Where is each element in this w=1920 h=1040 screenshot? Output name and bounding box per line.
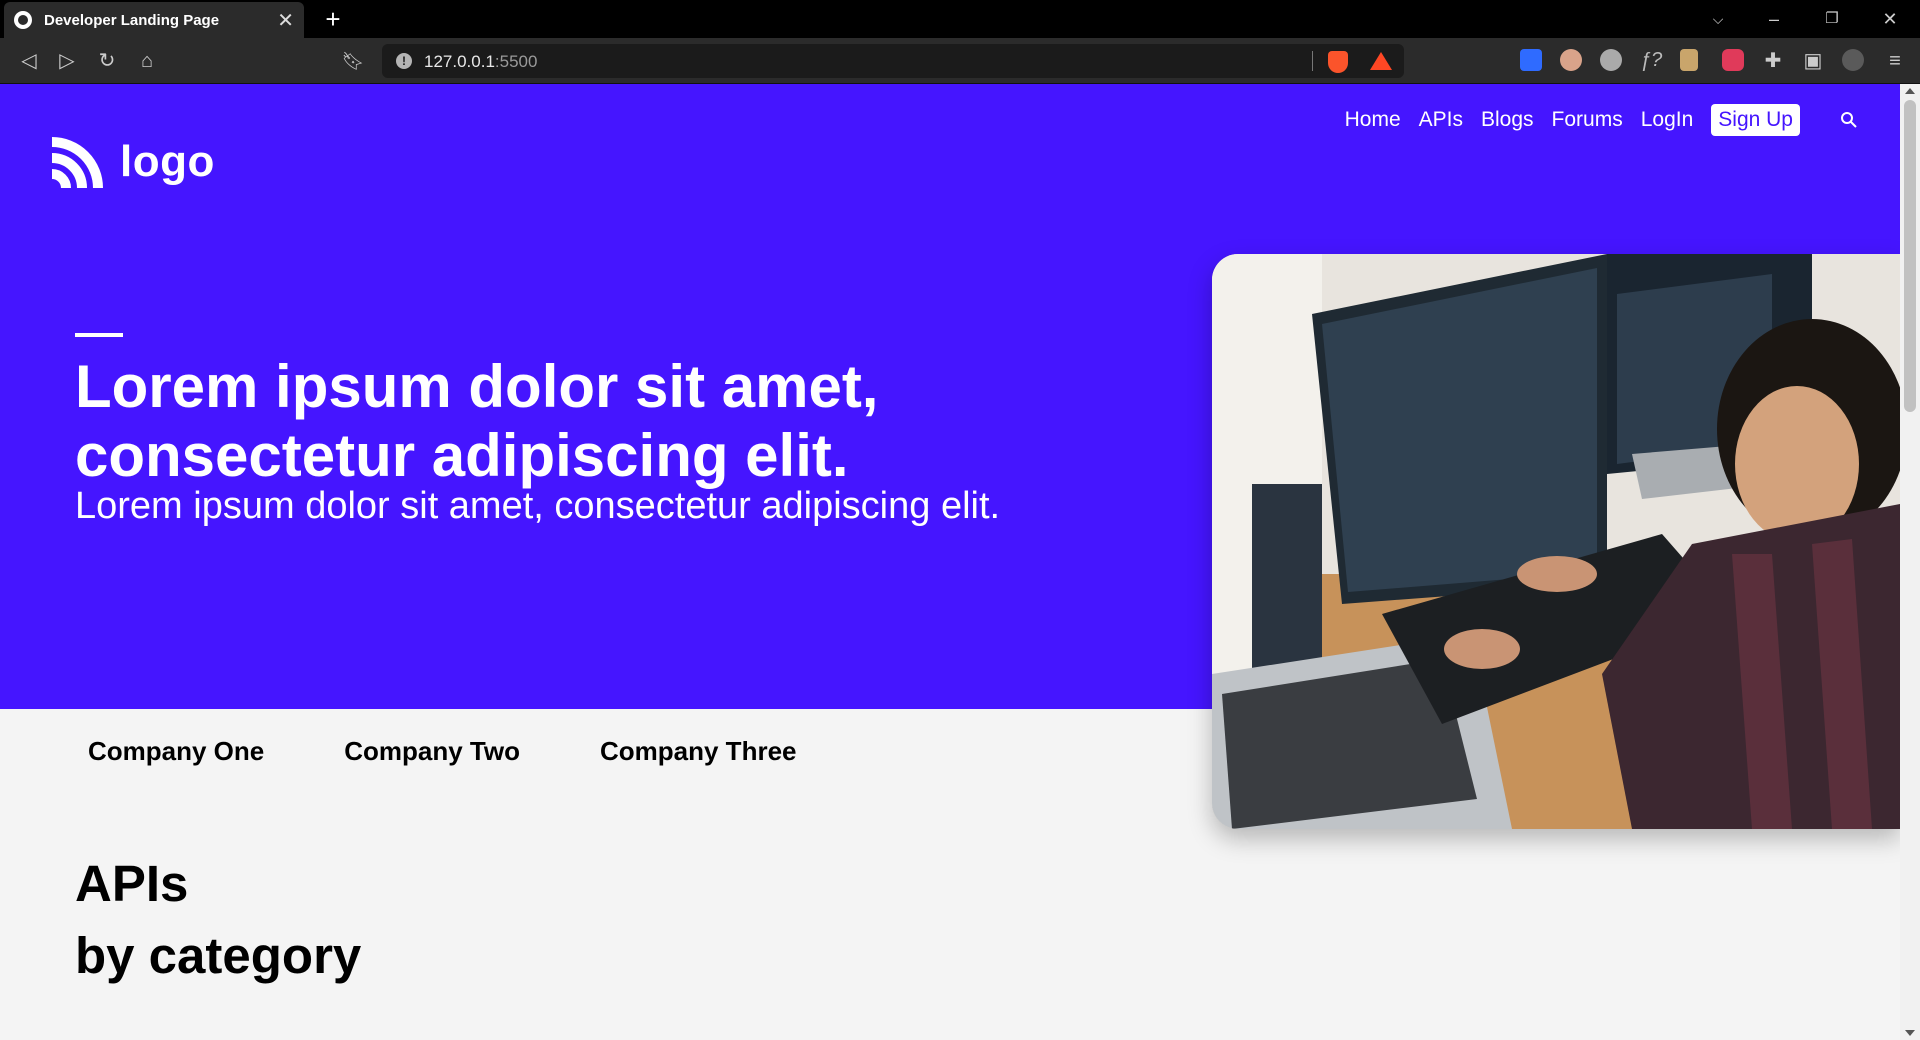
search-icon[interactable] bbox=[1840, 111, 1858, 129]
page-viewport: logo Home APIs Blogs Forums LogIn Sign U… bbox=[0, 84, 1900, 1040]
logo[interactable]: logo bbox=[50, 134, 215, 190]
company-two: Company Two bbox=[344, 736, 520, 766]
browser-toolbar: ◁ ▷ ↻ ⌂ 🔖︎ ! 127.0.0.1:5500 ƒ? ✚ ▣ ≡ bbox=[0, 38, 1920, 84]
logo-text: logo bbox=[120, 137, 215, 186]
nav-apis-link[interactable]: APIs bbox=[1419, 108, 1463, 132]
hero-illustration bbox=[1212, 254, 1900, 829]
apis-title-line-2: by category bbox=[75, 927, 362, 984]
company-one: Company One bbox=[88, 736, 265, 766]
brave-rewards-icon[interactable] bbox=[1370, 52, 1392, 70]
reader-extension-icon[interactable] bbox=[1560, 49, 1582, 71]
apis-title-line-1: APIs bbox=[75, 855, 189, 912]
developer-workspace-photo bbox=[1212, 254, 1900, 829]
sidebar-toggle-icon[interactable]: ▣ bbox=[1798, 46, 1828, 76]
url-text[interactable]: 127.0.0.1:5500 bbox=[424, 52, 537, 72]
nav-forums-link[interactable]: Forums bbox=[1552, 108, 1623, 132]
menu-icon[interactable]: ≡ bbox=[1880, 46, 1910, 76]
scroll-down-arrow-icon[interactable] bbox=[1905, 1030, 1915, 1036]
bitwarden-extension-icon[interactable] bbox=[1520, 49, 1542, 71]
home-button[interactable]: ⌂ bbox=[132, 46, 162, 76]
hero-subtitle: Lorem ipsum dolor sit amet, consectetur … bbox=[75, 485, 1001, 527]
close-tab-icon[interactable]: ✕ bbox=[277, 8, 294, 33]
tab-title: Developer Landing Page bbox=[44, 11, 220, 29]
tab-search-chevron-icon[interactable]: ⌵ bbox=[1690, 0, 1746, 38]
color-picker-extension-icon[interactable] bbox=[1680, 49, 1698, 71]
globe-icon bbox=[14, 11, 32, 29]
address-divider bbox=[1312, 51, 1313, 71]
address-bar[interactable]: ! 127.0.0.1:5500 bbox=[382, 44, 1404, 78]
extensions-puzzle-icon[interactable]: ✚ bbox=[1758, 46, 1788, 76]
brave-shields-icon[interactable] bbox=[1328, 51, 1348, 73]
logo-mark-icon bbox=[51, 137, 103, 189]
browser-tab[interactable]: Developer Landing Page ✕ bbox=[4, 2, 304, 38]
apis-section-title: APIs by category bbox=[75, 848, 361, 992]
company-three: Company Three bbox=[600, 736, 797, 766]
formula-extension-icon[interactable]: ƒ? bbox=[1640, 49, 1662, 71]
profile-avatar[interactable] bbox=[1842, 49, 1864, 71]
url-port: :5500 bbox=[494, 52, 538, 71]
company-logos-row: Company One Company Two Company Three bbox=[88, 736, 797, 767]
back-button[interactable]: ◁ bbox=[14, 46, 44, 76]
window-close-button[interactable]: ✕ bbox=[1862, 0, 1918, 38]
reload-button[interactable]: ↻ bbox=[92, 46, 122, 76]
url-host: 127.0.0.1 bbox=[424, 52, 495, 71]
restore-button[interactable]: ❐ bbox=[1804, 0, 1860, 38]
new-tab-button[interactable]: + bbox=[318, 4, 348, 34]
page-scrollbar[interactable] bbox=[1900, 84, 1920, 1040]
hero-title: Lorem ipsum dolor sit amet, consectetur … bbox=[75, 353, 879, 489]
extension-badge-icon[interactable] bbox=[1600, 49, 1622, 71]
forward-button[interactable]: ▷ bbox=[52, 46, 82, 76]
nav-login-link[interactable]: LogIn bbox=[1641, 108, 1694, 132]
bookmark-icon[interactable]: 🔖︎ bbox=[338, 46, 368, 76]
minimize-button[interactable]: – bbox=[1746, 0, 1802, 38]
browser-tab-strip: Developer Landing Page ✕ + ⌵ – ❐ ✕ bbox=[0, 0, 1920, 38]
main-nav: Home APIs Blogs Forums LogIn Sign Up bbox=[1345, 104, 1858, 136]
scroll-up-arrow-icon[interactable] bbox=[1905, 88, 1915, 94]
site-info-icon[interactable]: ! bbox=[396, 53, 412, 69]
nav-home-link[interactable]: Home bbox=[1345, 108, 1401, 132]
nav-blogs-link[interactable]: Blogs bbox=[1481, 108, 1534, 132]
hero-accent-dash bbox=[75, 333, 123, 337]
sign-up-button[interactable]: Sign Up bbox=[1711, 104, 1800, 136]
pocket-icon[interactable] bbox=[1722, 49, 1744, 71]
scrollbar-thumb[interactable] bbox=[1904, 100, 1916, 412]
